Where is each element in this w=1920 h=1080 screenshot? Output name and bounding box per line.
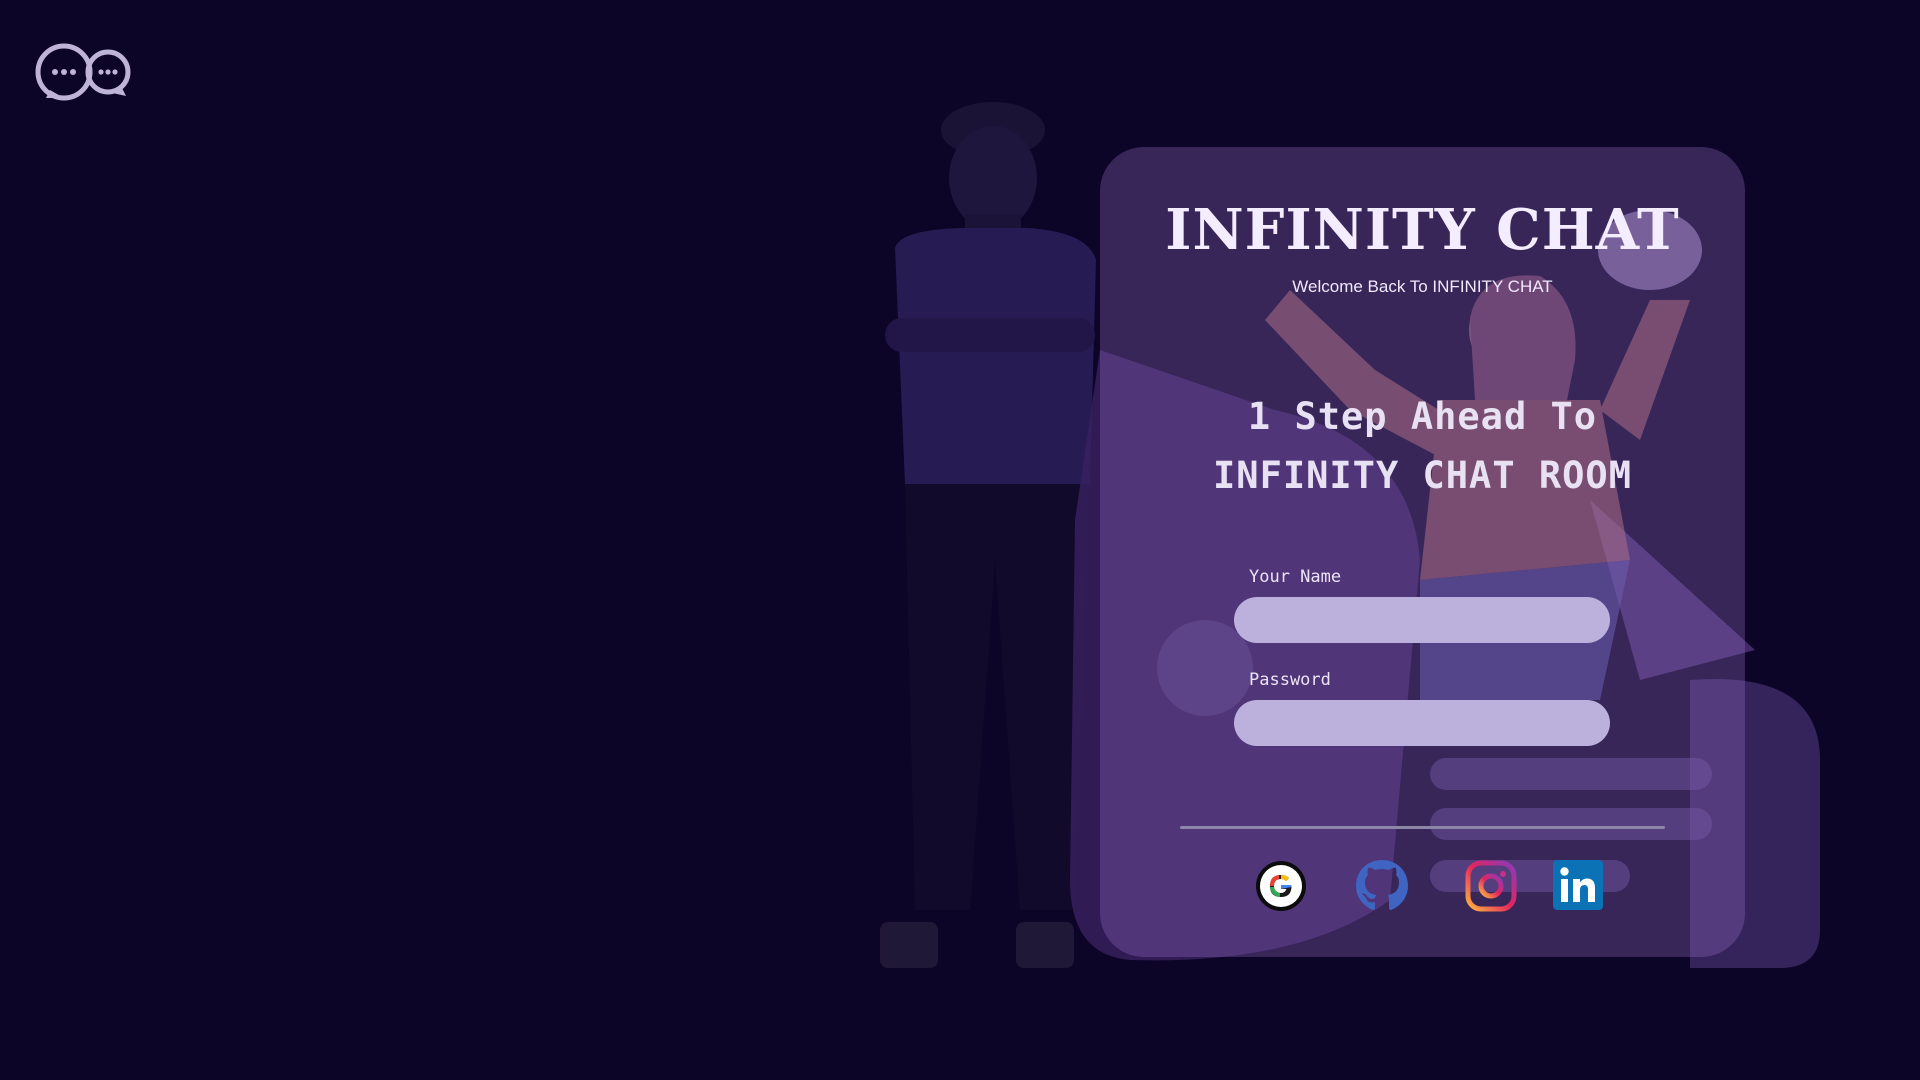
instagram-icon (1465, 860, 1517, 912)
name-label: Your Name (1249, 567, 1342, 587)
headline-line-2: INFINITY CHAT ROOM (1213, 454, 1632, 497)
github-login-button[interactable] (1353, 857, 1411, 915)
google-login-button[interactable] (1255, 860, 1307, 912)
welcome-subtitle: Welcome Back To INFINITY CHAT (1292, 277, 1553, 296)
linkedin-login-button[interactable] (1553, 860, 1603, 910)
password-label: Password (1249, 670, 1331, 690)
linkedin-icon (1553, 860, 1603, 910)
logo-icon (34, 40, 140, 104)
google-icon (1256, 861, 1306, 911)
password-input[interactable] (1234, 700, 1610, 746)
divider (1180, 826, 1665, 829)
headline: 1 Step Ahead To INFINITY CHAT ROOM (1100, 387, 1745, 505)
github-icon (1356, 860, 1408, 910)
app-title: INFINITY CHAT (1165, 197, 1680, 263)
headline-line-1: 1 Step Ahead To (1247, 395, 1598, 438)
instagram-login-button[interactable] (1465, 860, 1517, 912)
name-input[interactable] (1234, 597, 1610, 643)
login-card: INFINITY CHAT Welcome Back To INFINITY C… (1100, 147, 1745, 957)
